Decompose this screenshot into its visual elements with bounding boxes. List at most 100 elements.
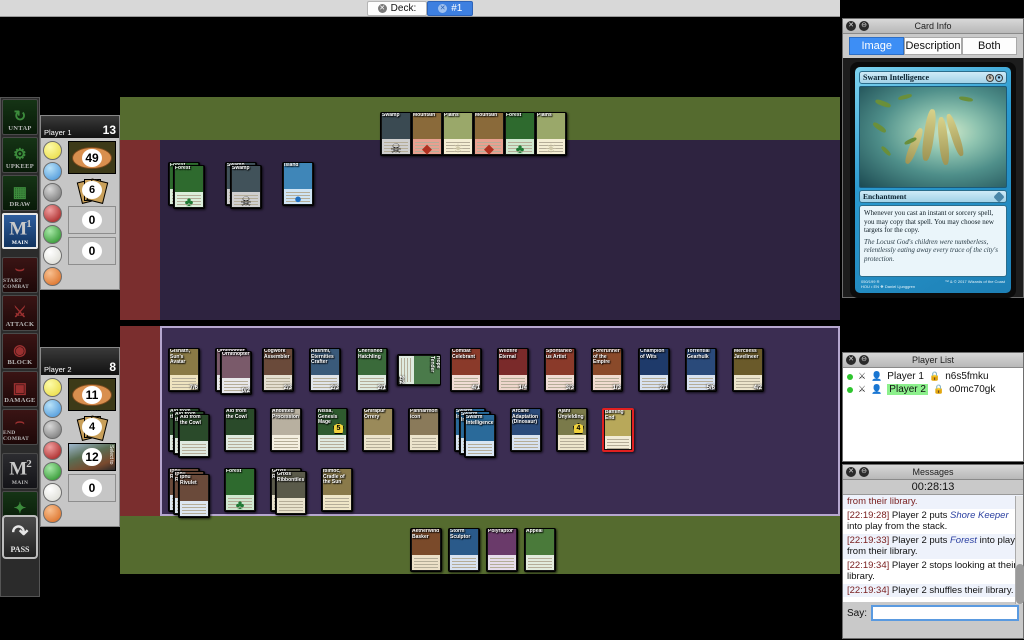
minimize-icon[interactable]: ⊖: [859, 355, 869, 365]
battlefield-card[interactable]: Arcane Adaptation (Dinosaur): [510, 408, 542, 452]
mana-black-icon[interactable]: [43, 183, 62, 202]
hand-card[interactable]: Storm Sculptor: [448, 528, 480, 572]
player2-mana-pool[interactable]: [43, 378, 65, 523]
close-icon[interactable]: ✕: [377, 3, 387, 13]
mana-white-icon[interactable]: [43, 378, 62, 397]
battlefield-card[interactable]: Wildfire Eternal 1/4: [497, 348, 529, 392]
tab-both[interactable]: Both: [961, 37, 1017, 55]
battlefield-card[interactable]: Nissa, Genesis Mage 5: [316, 408, 348, 452]
close-icon[interactable]: ✕: [846, 467, 856, 477]
player1-hand[interactable]: 6: [75, 177, 109, 204]
player1-graveyard[interactable]: 0: [68, 206, 116, 234]
player-list-row[interactable]: ⚔ 👤 Player 1 🔒 n6s5fmku: [847, 371, 1019, 382]
message-card-link[interactable]: Forest: [950, 535, 977, 546]
battlefield-card[interactable]: Aid from the Cowl: [224, 408, 256, 452]
close-icon[interactable]: ✕: [846, 355, 856, 365]
phase-upkeep[interactable]: ⚙ UPKEEP: [2, 137, 38, 173]
player1-exile[interactable]: 0: [68, 237, 116, 265]
mana-green-icon[interactable]: [43, 225, 62, 244]
battlefield-card[interactable]: Swarm Intelligence: [464, 414, 496, 458]
mana-colorless-icon[interactable]: [43, 483, 62, 502]
player2-library[interactable]: 11: [68, 378, 116, 411]
p1-battlefield-zone[interactable]: [160, 140, 840, 320]
battlefield-card[interactable]: Forest ♣: [173, 165, 205, 209]
battlefield-card[interactable]: Combat Celebrant 4/1: [450, 348, 482, 392]
phase-start-combat[interactable]: ⌣ START COMBAT: [2, 257, 38, 293]
phase-damage[interactable]: ▣ DAMAGE: [2, 371, 38, 407]
mana-snow-icon[interactable]: [43, 504, 62, 523]
mana-green-icon[interactable]: [43, 462, 62, 481]
battlefield-card[interactable]: Ornithopter 0/2: [220, 351, 252, 395]
player-list-row[interactable]: ⚔ 👤 Player 2 🔒 o0mc70gk: [847, 384, 1019, 395]
mana-red-icon[interactable]: [43, 204, 62, 223]
player2-exile[interactable]: 0: [68, 474, 116, 502]
battlefield-card[interactable]: Swamp ☠: [380, 112, 412, 156]
pass-button[interactable]: ↷ PASS: [2, 515, 38, 559]
say-input[interactable]: [871, 605, 1019, 621]
card-preview[interactable]: Swarm Intelligence 6 ● Enchantment Whene…: [850, 62, 1016, 298]
hand-card[interactable]: Polyraptor: [486, 528, 518, 572]
battlefield-card[interactable]: Baffling End: [602, 408, 634, 452]
phase-block[interactable]: ◉ BLOCK: [2, 333, 38, 369]
message-log[interactable]: from their library. [22:19:28] Player 2 p…: [843, 494, 1023, 602]
battlefield-card[interactable]: Panharmonicon: [408, 408, 440, 452]
hand-card[interactable]: Aetherwind Basker: [410, 528, 442, 572]
tab-description[interactable]: Description: [904, 37, 962, 55]
battlefield-card[interactable]: Mountain ◆: [411, 112, 443, 156]
battlefield-card[interactable]: Aid from the Cowl: [178, 414, 210, 458]
close-icon[interactable]: ✕: [846, 21, 856, 31]
phase-end-combat[interactable]: ⌢ END COMBAT: [2, 409, 38, 445]
battlefield-card[interactable]: Hope Tender 2/2: [397, 354, 441, 386]
close-icon[interactable]: ✕: [438, 3, 448, 13]
player2-hand[interactable]: 4: [75, 414, 109, 441]
battlefield-card[interactable]: Forerunner of the Empire 1/3: [591, 348, 623, 392]
phase-main-1[interactable]: M1 MAIN: [2, 213, 38, 249]
phase-draw[interactable]: ▦ DRAW: [2, 175, 38, 211]
battlefield-card[interactable]: Gishath, Sun's Avatar 7/6: [168, 348, 200, 392]
tab-deck[interactable]: ✕ Deck:: [366, 0, 428, 16]
phase-main-2[interactable]: M2 MAIN: [2, 453, 38, 489]
phase-attack[interactable]: ⚔ ATTACK: [2, 295, 38, 331]
mana-blue-icon[interactable]: [43, 399, 62, 418]
battlefield-card[interactable]: Plains ☀: [442, 112, 474, 156]
battlefield-card[interactable]: Torrential Gearhulk 5/6: [685, 348, 717, 392]
player1-library[interactable]: 49: [68, 141, 116, 174]
battlefield-card[interactable]: Mountain ◆: [473, 112, 505, 156]
player2-info-panel[interactable]: Player 2 8 11 4 Select to 12 0: [40, 347, 120, 527]
battlefield-card[interactable]: Forest ♣: [504, 112, 536, 156]
battlefield-card[interactable]: Rashmi, Eternities Crafter 2/3: [309, 348, 341, 392]
battlefield-card[interactable]: Champion of Wits 2/1: [638, 348, 670, 392]
battlefield-card[interactable]: Island ●: [282, 162, 314, 206]
battlefield-card[interactable]: Cherished Hatchling 2/1: [356, 348, 388, 392]
player2-graveyard[interactable]: Select to 12: [68, 443, 116, 471]
battlefield-card[interactable]: Swamp ☠: [230, 165, 262, 209]
battlefield-card[interactable]: Ipnu Rivulet: [178, 474, 210, 518]
mana-red-icon[interactable]: [43, 441, 62, 460]
battlefield-card[interactable]: Cogwork Assembler 2/3: [262, 348, 294, 392]
mana-white-icon[interactable]: [43, 141, 62, 160]
battlefield-card[interactable]: Merciless Javelineer 4/2: [732, 348, 764, 392]
messages-scrollbar[interactable]: [1015, 496, 1024, 604]
hand-card[interactable]: Appeal: [524, 528, 556, 572]
battlefield-card[interactable]: Itlimoc, Cradle of the Sun: [321, 468, 353, 512]
mana-blue-icon[interactable]: [43, 162, 62, 181]
mana-colorless-icon[interactable]: [43, 246, 62, 265]
phase-untap[interactable]: ↻ UNTAP: [2, 99, 38, 135]
player1-info-panel[interactable]: Player 1 13 49 6 0 0: [40, 115, 120, 290]
message-card-link[interactable]: Shore Keeper: [950, 510, 1009, 521]
minimize-icon[interactable]: ⊖: [859, 21, 869, 31]
tab-game-1[interactable]: ✕ #1: [427, 0, 474, 16]
minimize-icon[interactable]: ⊖: [859, 467, 869, 477]
battlefield-card[interactable]: Plains ☀: [535, 112, 567, 156]
battlefield-card[interactable]: Spontaneous Artist 3/3: [544, 348, 576, 392]
player1-mana-pool[interactable]: [43, 141, 65, 286]
battlefield-card[interactable]: Ajani Unyielding 4: [556, 408, 588, 452]
p2-land-zone[interactable]: [120, 516, 840, 574]
battlefield-card[interactable]: Ghirapur Orrery: [362, 408, 394, 452]
battlefield-card[interactable]: Anointed Procession: [270, 408, 302, 452]
mana-snow-icon[interactable]: [43, 267, 62, 286]
battlefield-card[interactable]: Forest ♣: [224, 468, 256, 512]
tab-image[interactable]: Image: [849, 37, 905, 55]
battlefield-card[interactable]: Grixis Ribbontiles: [275, 471, 307, 515]
mana-black-icon[interactable]: [43, 420, 62, 439]
